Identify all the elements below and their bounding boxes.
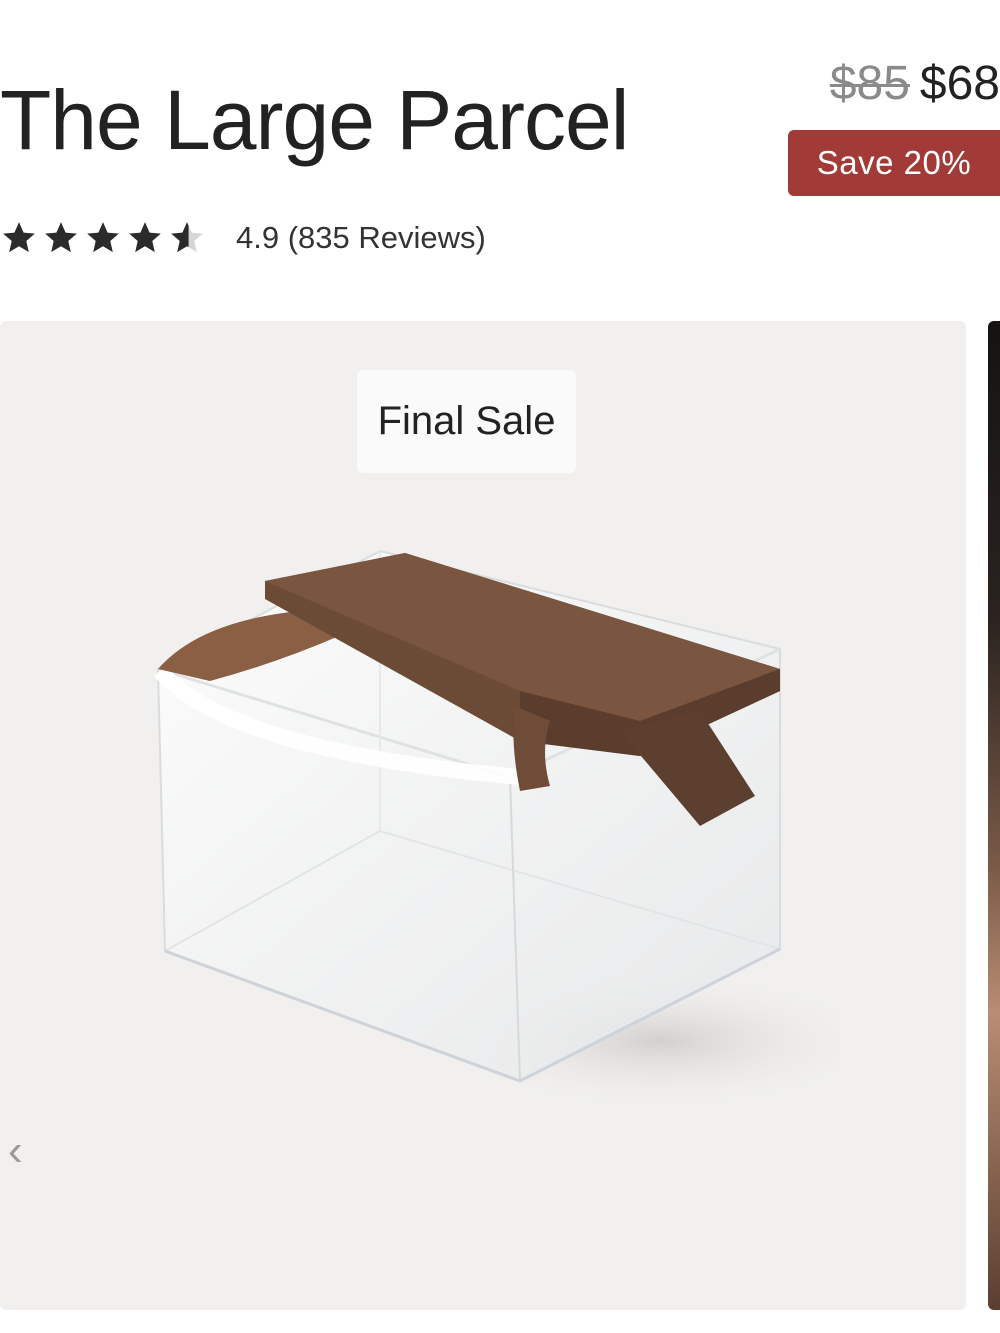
previous-image-button[interactable]: ‹ [8,1129,23,1173]
product-image-gallery[interactable]: Final Sale ‹ [0,321,966,1310]
save-badge: Save 20% [788,130,1000,196]
star-rating [0,219,210,257]
final-sale-badge: Final Sale [357,370,576,473]
star-icon [129,222,161,253]
sale-price: $68 [919,57,1000,110]
next-image-preview[interactable] [988,321,1000,1310]
rating-summary[interactable]: 4.9 (835 Reviews) [236,220,486,256]
star-half-icon [171,222,203,253]
rating-row[interactable]: 4.9 (835 Reviews) [0,218,486,258]
star-icon [45,222,77,253]
star-icon [3,222,35,253]
star-icon [87,222,119,253]
product-title: The Large Parcel [0,73,629,167]
clear-toiletry-bag-image [153,549,840,1101]
original-price: $85 [829,57,910,110]
next-image-button[interactable]: › [964,1131,966,1175]
price-block: $85 $68 [830,56,1000,111]
